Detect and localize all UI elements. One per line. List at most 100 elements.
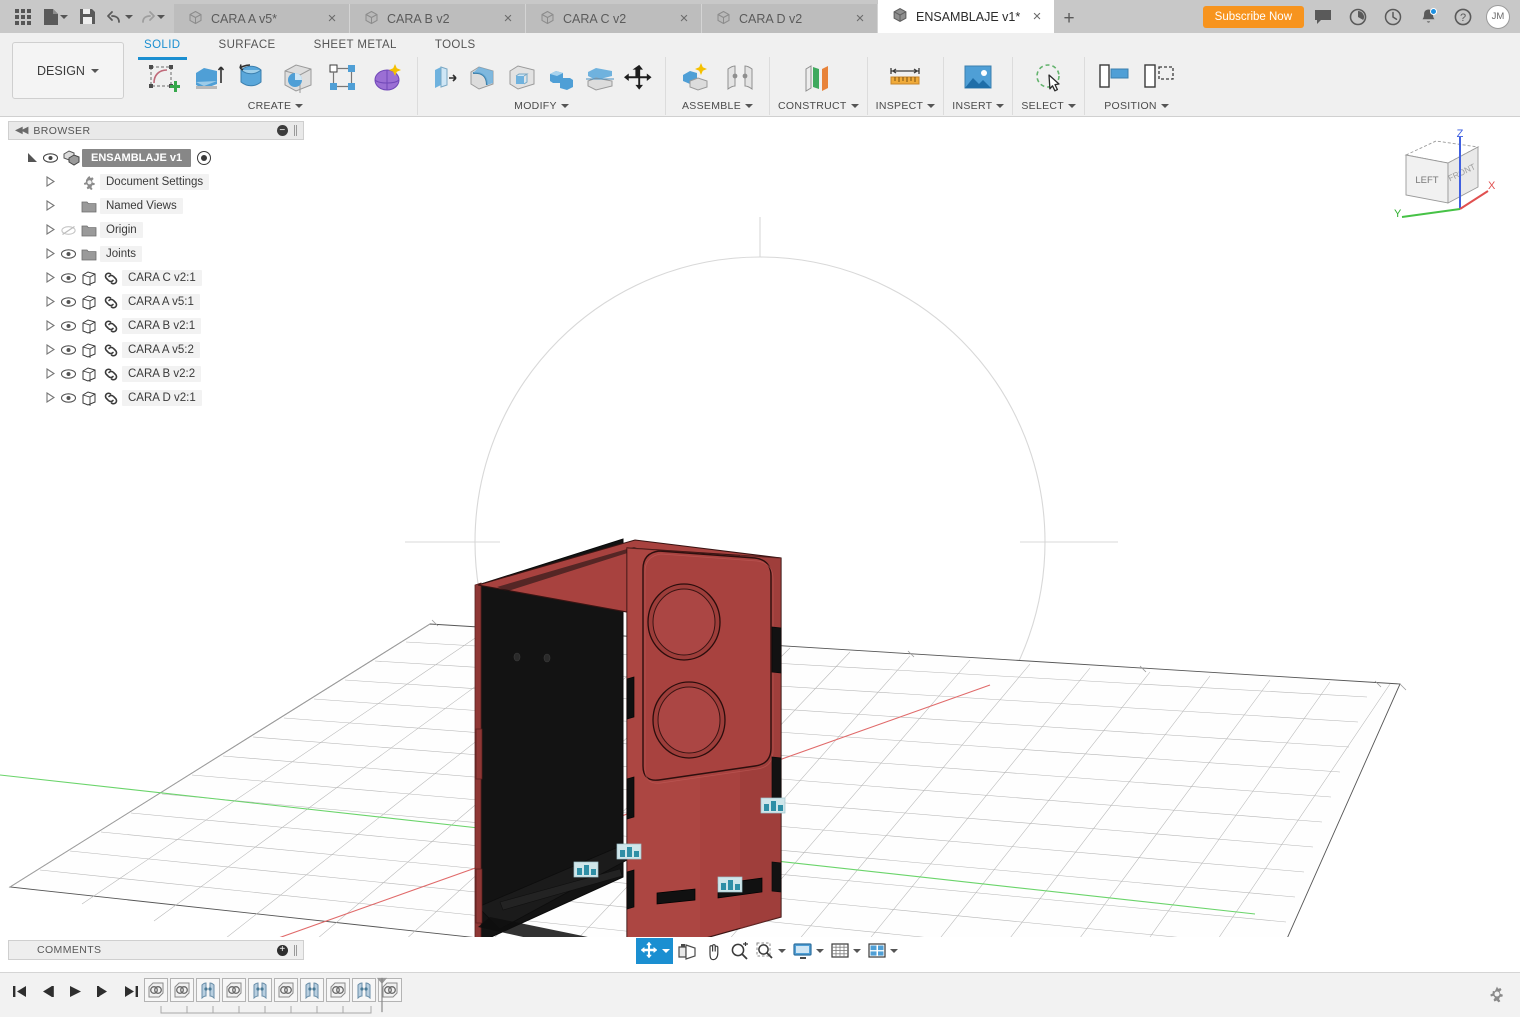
save-icon[interactable] bbox=[72, 3, 102, 31]
twisty-collapsed-icon[interactable] bbox=[42, 223, 58, 237]
tree-node-label[interactable]: Document Settings bbox=[100, 174, 210, 190]
ribbon-panel-label-select[interactable]: SELECT bbox=[1021, 100, 1077, 112]
joint-badge[interactable] bbox=[760, 797, 786, 814]
rigid-group-feature[interactable] bbox=[274, 978, 298, 1002]
select-lasso-tool[interactable] bbox=[1028, 57, 1070, 99]
activate-component-radio[interactable] bbox=[197, 151, 212, 165]
zoom-tool[interactable] bbox=[727, 938, 752, 964]
timeline-play[interactable] bbox=[66, 981, 84, 1001]
timeline-end-marker[interactable] bbox=[376, 975, 388, 1015]
tree-node-root[interactable]: ENSAMBLAJE v1 bbox=[8, 146, 304, 170]
timeline-step-back[interactable] bbox=[38, 981, 56, 1001]
tree-node-document-settings[interactable]: Document Settings bbox=[8, 170, 304, 194]
ribbon-panel-label-position[interactable]: POSITION bbox=[1104, 100, 1169, 112]
visibility-eye-icon[interactable] bbox=[58, 297, 78, 307]
tree-node-label[interactable]: Joints bbox=[100, 246, 143, 262]
chevron-down-icon[interactable] bbox=[662, 949, 670, 953]
tree-node-component-cara-a-2[interactable]: CARA A v5:2 bbox=[8, 338, 304, 362]
tab-close-icon[interactable]: × bbox=[323, 11, 341, 26]
timeline-settings-gear-icon[interactable] bbox=[1488, 985, 1506, 1008]
pan-tool[interactable] bbox=[701, 938, 726, 964]
tree-node-label[interactable]: CARA A v5:2 bbox=[122, 342, 200, 358]
workspace-switcher-button[interactable]: DESIGN bbox=[12, 42, 124, 99]
visibility-eye-icon[interactable] bbox=[40, 153, 60, 163]
physical-offset-tool[interactable] bbox=[1138, 57, 1180, 99]
subscribe-now-button[interactable]: Subscribe Now bbox=[1202, 5, 1304, 28]
joint-tool[interactable] bbox=[719, 57, 761, 99]
visibility-eye-icon[interactable] bbox=[58, 273, 78, 283]
tab-close-icon[interactable]: × bbox=[499, 11, 517, 26]
chevron-down-icon[interactable] bbox=[890, 949, 898, 953]
joint-feature[interactable] bbox=[248, 978, 272, 1002]
move-copy-tool[interactable] bbox=[621, 57, 657, 99]
measure-tool[interactable] bbox=[884, 57, 926, 99]
recent-activity-clock-icon[interactable] bbox=[1377, 3, 1409, 31]
view-cube[interactable]: LEFT FRONT Z Y X bbox=[1388, 127, 1498, 223]
tree-node-label[interactable]: CARA D v2:1 bbox=[122, 390, 202, 406]
display-settings-tool[interactable] bbox=[790, 938, 827, 964]
tree-node-component-cara-c-1[interactable]: CARA C v2:1 bbox=[8, 266, 304, 290]
tab-close-icon[interactable]: × bbox=[851, 11, 869, 26]
add-comment-icon[interactable]: + bbox=[277, 944, 288, 956]
split-body-tool[interactable] bbox=[582, 57, 618, 99]
rigid-group-feature[interactable] bbox=[222, 978, 246, 1002]
visibility-eye-icon[interactable] bbox=[58, 345, 78, 355]
document-tab-cara-a[interactable]: CARA A v5* × bbox=[174, 4, 350, 33]
visibility-eye-icon[interactable] bbox=[58, 249, 78, 259]
chevron-down-icon[interactable] bbox=[778, 949, 786, 953]
twisty-collapsed-icon[interactable] bbox=[42, 295, 58, 309]
help-icon[interactable]: ? bbox=[1447, 3, 1479, 31]
tree-node-component-cara-b-2[interactable]: CARA B v2:2 bbox=[8, 362, 304, 386]
joint-badge[interactable] bbox=[717, 876, 743, 893]
twisty-expanded-icon[interactable] bbox=[24, 152, 40, 165]
create-form-tool[interactable] bbox=[367, 57, 409, 99]
visibility-eye-icon[interactable] bbox=[58, 369, 78, 379]
browser-collapse-all-icon[interactable]: − bbox=[277, 125, 288, 136]
revolve-tool[interactable] bbox=[232, 57, 274, 99]
tree-node-label[interactable]: CARA B v2:1 bbox=[122, 318, 202, 334]
twisty-collapsed-icon[interactable] bbox=[42, 391, 58, 405]
chevron-down-icon[interactable] bbox=[853, 949, 861, 953]
redo-icon[interactable] bbox=[136, 3, 166, 31]
ribbon-panel-label-construct[interactable]: CONSTRUCT bbox=[778, 100, 859, 112]
twisty-collapsed-icon[interactable] bbox=[42, 247, 58, 261]
joint-badge[interactable] bbox=[616, 843, 642, 860]
timeline-go-to-start[interactable] bbox=[10, 981, 28, 1001]
twisty-collapsed-icon[interactable] bbox=[42, 367, 58, 381]
rigid-group-feature[interactable] bbox=[170, 978, 194, 1002]
comments-icon[interactable] bbox=[1307, 3, 1339, 31]
undo-icon[interactable] bbox=[104, 3, 134, 31]
viewport-layout-tool[interactable] bbox=[865, 938, 901, 964]
tab-close-icon[interactable]: × bbox=[1028, 9, 1046, 24]
timeline-go-to-end[interactable] bbox=[122, 981, 140, 1001]
job-status-icon[interactable] bbox=[1342, 3, 1374, 31]
pattern-tool[interactable] bbox=[322, 57, 364, 99]
shell-tool[interactable] bbox=[504, 57, 540, 99]
tree-node-label[interactable]: CARA A v5:1 bbox=[122, 294, 200, 310]
twisty-collapsed-icon[interactable] bbox=[42, 343, 58, 357]
extrude-tool[interactable] bbox=[187, 57, 229, 99]
ribbon-panel-label-create[interactable]: CREATE bbox=[248, 100, 304, 112]
document-tab-cara-d[interactable]: CARA D v2 × bbox=[702, 4, 878, 33]
combine-tool[interactable] bbox=[543, 57, 579, 99]
new-file-icon[interactable] bbox=[40, 3, 70, 31]
ribbon-panel-label-assemble[interactable]: ASSEMBLE bbox=[682, 100, 753, 112]
notifications-bell-icon[interactable] bbox=[1412, 3, 1444, 31]
align-tool[interactable] bbox=[1093, 57, 1135, 99]
chevron-down-icon[interactable] bbox=[816, 949, 824, 953]
press-pull-tool[interactable] bbox=[426, 57, 462, 99]
comments-resize-grip[interactable] bbox=[294, 944, 297, 956]
tree-node-component-cara-b-1[interactable]: CARA B v2:1 bbox=[8, 314, 304, 338]
ribbon-panel-label-inspect[interactable]: INSPECT bbox=[876, 100, 936, 112]
fillet-tool[interactable] bbox=[465, 57, 501, 99]
fit-tool[interactable] bbox=[753, 938, 789, 964]
document-tab-ensamblaje[interactable]: ENSAMBLAJE v1* × bbox=[878, 0, 1054, 33]
joint-badge[interactable] bbox=[573, 861, 599, 878]
tree-node-label[interactable]: Origin bbox=[100, 222, 143, 238]
browser-collapse-icon[interactable]: ◀◀ bbox=[15, 125, 28, 136]
twisty-collapsed-icon[interactable] bbox=[42, 319, 58, 333]
twisty-collapsed-icon[interactable] bbox=[42, 175, 58, 189]
tree-node-label[interactable]: Named Views bbox=[100, 198, 183, 214]
document-tab-cara-c[interactable]: CARA C v2 × bbox=[526, 4, 702, 33]
visibility-eye-icon[interactable] bbox=[58, 321, 78, 331]
